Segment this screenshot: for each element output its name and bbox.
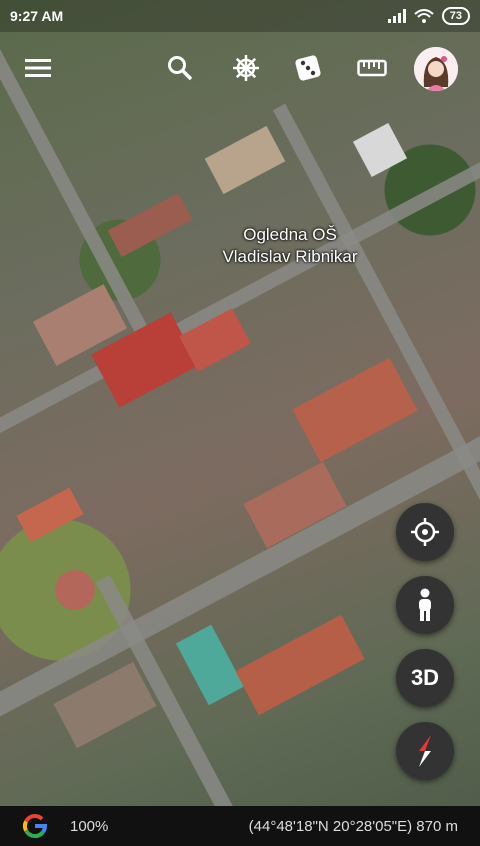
google-g-logo bbox=[22, 813, 48, 839]
coordinates-readout: (44°48'18"N 20°28'05"E) 870 m bbox=[248, 818, 458, 835]
place-label-line2: Vladislav Ribnikar bbox=[222, 247, 358, 266]
map-building bbox=[292, 357, 418, 463]
3d-label: 3D bbox=[410, 665, 440, 690]
my-location-button[interactable] bbox=[396, 503, 454, 561]
dice-icon[interactable] bbox=[292, 52, 324, 84]
3d-toggle-button[interactable]: 3D bbox=[396, 649, 454, 707]
wifi-icon bbox=[414, 9, 434, 23]
map-building bbox=[107, 192, 193, 258]
map-roundabout bbox=[55, 570, 95, 610]
map-building bbox=[352, 122, 408, 178]
status-time: 9:27 AM bbox=[10, 8, 64, 24]
battery-indicator: 73 bbox=[441, 7, 470, 25]
map-building bbox=[235, 614, 365, 716]
street-view-button[interactable] bbox=[396, 576, 454, 634]
map-building bbox=[16, 487, 84, 543]
map-building bbox=[175, 624, 245, 706]
ruler-icon[interactable] bbox=[356, 52, 388, 84]
satellite-map[interactable] bbox=[0, 0, 480, 846]
compass-icon bbox=[419, 735, 431, 767]
status-bar: 9:27 AM 73 bbox=[0, 0, 480, 32]
place-label-line1: Ogledna OŠ bbox=[243, 225, 337, 244]
place-label[interactable]: Ogledna OŠ Vladislav Ribnikar bbox=[200, 224, 380, 268]
compass-button[interactable] bbox=[396, 722, 454, 780]
signal-icon bbox=[387, 9, 406, 23]
crosshair-icon bbox=[411, 518, 439, 546]
pegman-icon bbox=[419, 588, 431, 621]
hamburger-menu-icon[interactable] bbox=[22, 52, 54, 84]
user-avatar[interactable] bbox=[414, 47, 458, 91]
ship-wheel-icon[interactable] bbox=[230, 52, 262, 84]
zoom-level: 100% bbox=[70, 818, 109, 835]
map-building bbox=[204, 125, 286, 195]
status-icons: 73 bbox=[387, 7, 470, 25]
search-icon[interactable] bbox=[164, 52, 196, 84]
